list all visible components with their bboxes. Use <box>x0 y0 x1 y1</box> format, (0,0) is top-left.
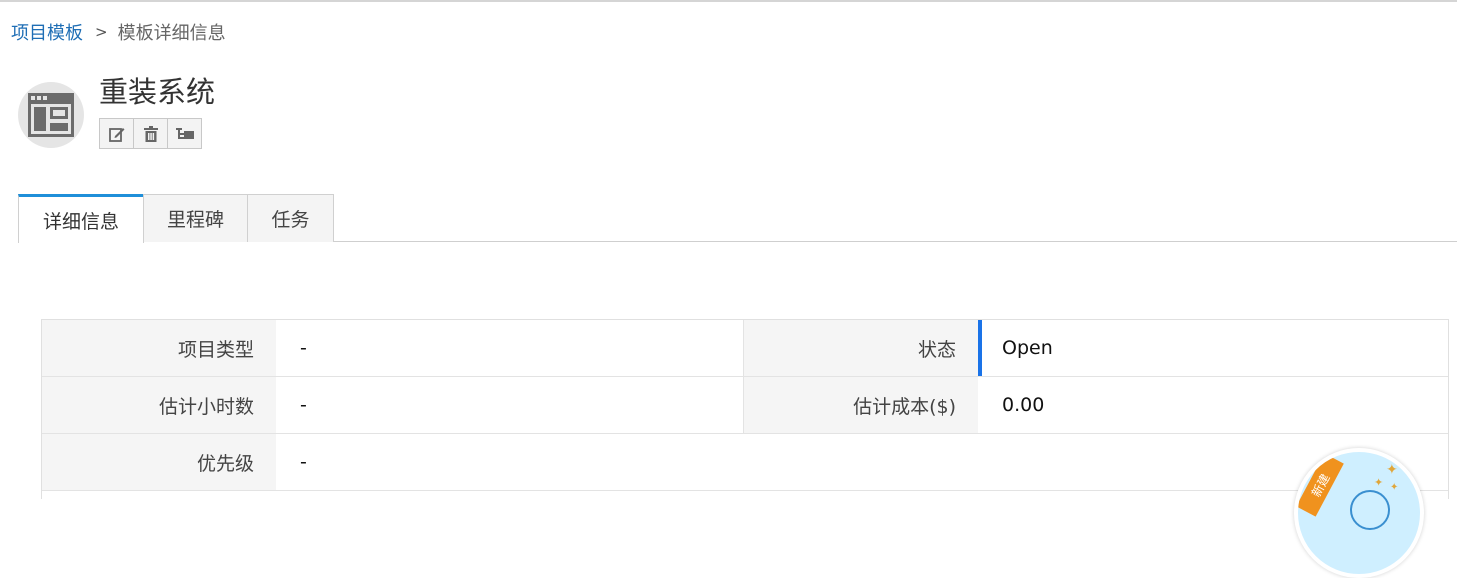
estimated-hours-value: - <box>276 377 744 433</box>
floating-assistant-badge[interactable]: 新建 ✦ ✦ ✦ <box>1294 448 1424 578</box>
sparkle-icon: ✦ <box>1390 482 1399 493</box>
trash-icon <box>143 125 158 142</box>
details-row: 项目类型 - 状态 Open <box>42 320 1448 377</box>
details-table: 项目类型 - 状态 Open 估计小时数 - 估计成本($) 0.00 优先级 … <box>41 319 1449 499</box>
hierarchy-button[interactable] <box>167 118 202 149</box>
sparkle-icon: ✦ <box>1386 462 1398 478</box>
template-avatar <box>18 82 84 148</box>
tab-tasks[interactable]: 任务 <box>247 194 334 242</box>
hierarchy-icon <box>175 127 194 139</box>
breadcrumb: 项目模板 > 模板详细信息 <box>11 20 226 44</box>
tab-bar: 详细信息 里程碑 任务 <box>18 194 1457 243</box>
template-window-icon <box>28 93 74 137</box>
estimated-cost-value: 0.00 <box>978 377 1448 433</box>
page-title: 重装系统 <box>99 75 216 109</box>
priority-label: 优先级 <box>42 434 276 490</box>
breadcrumb-project-templates[interactable]: 项目模板 <box>11 19 83 45</box>
title-toolbar <box>99 118 202 149</box>
estimated-hours-label: 估计小时数 <box>42 377 276 433</box>
estimated-cost-label: 估计成本($) <box>744 377 978 433</box>
details-row: 优先级 - <box>42 434 1448 491</box>
status-label: 状态 <box>744 320 978 376</box>
edit-button[interactable] <box>99 118 134 149</box>
sparkle-icon: ✦ <box>1374 476 1384 489</box>
edit-icon <box>108 127 124 142</box>
project-type-value: - <box>276 320 744 376</box>
breadcrumb-separator: > <box>95 23 108 41</box>
priority-value: - <box>276 434 1448 490</box>
status-value: Open <box>978 320 1448 376</box>
tab-milestones[interactable]: 里程碑 <box>143 194 248 242</box>
details-row: 估计小时数 - 估计成本($) 0.00 <box>42 377 1448 434</box>
delete-button[interactable] <box>133 118 168 149</box>
breadcrumb-current: 模板详细信息 <box>117 23 226 44</box>
assistant-face-icon <box>1350 490 1390 530</box>
top-divider <box>0 0 1457 2</box>
tab-details[interactable]: 详细信息 <box>18 194 144 243</box>
project-type-label: 项目类型 <box>42 320 276 376</box>
